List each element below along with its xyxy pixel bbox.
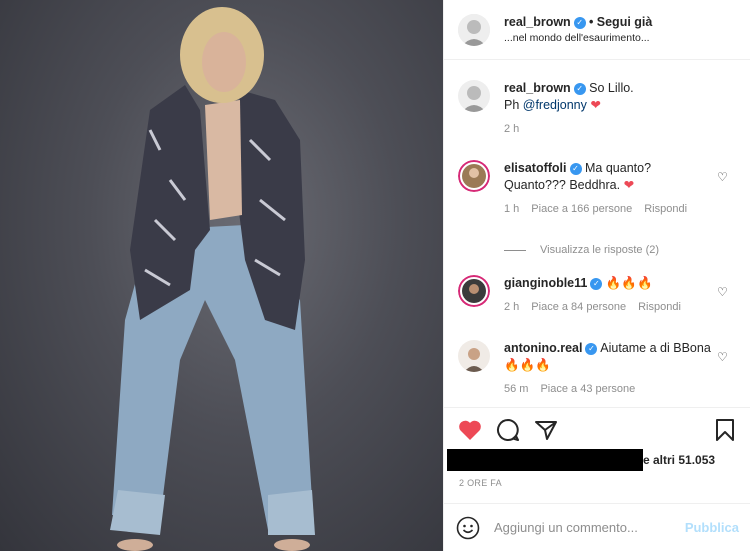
comment-username[interactable]: antonino.real — [504, 341, 582, 355]
heart-emoji: ❤ — [590, 98, 601, 112]
comment-item: gianginoble11 ✓ 🔥🔥🔥 2 h Piace a 84 person… — [458, 275, 737, 313]
comment-likes[interactable]: Piace a 43 persone — [540, 383, 635, 395]
heart-emoji: ❤ — [623, 178, 635, 192]
post-panel: real_brown ✓ • Segui già ...nel mondo del… — [443, 0, 750, 551]
post-subtitle: ...nel mondo dell'esaurimento... — [504, 32, 650, 44]
comment-username[interactable]: gianginoble11 — [504, 276, 587, 290]
likes-row: e altri 51.053 — [444, 449, 750, 471]
comment-time: 2 h — [504, 301, 520, 313]
follow-separator: • — [589, 15, 594, 29]
verified-badge-icon: ✓ — [590, 277, 603, 290]
comment-likes[interactable]: Piace a 84 persone — [531, 301, 626, 313]
share-icon[interactable] — [532, 417, 560, 443]
comment-item: antonino.real ✓ Aiutame a di BBona 🔥🔥🔥 56 … — [458, 340, 737, 395]
author-username[interactable]: real_brown — [504, 15, 571, 29]
reply-button[interactable]: Rispondi — [644, 203, 687, 215]
post-header: real_brown ✓ • Segui già ...nel mondo del… — [444, 0, 750, 60]
comment-time: 56 m — [504, 383, 529, 395]
redacted-block — [447, 449, 643, 471]
view-replies[interactable]: Visualizza le risposte (2) — [504, 244, 659, 256]
caption-username[interactable]: real_brown — [504, 81, 571, 95]
comments-list: real_brown ✓ So Lillo. Ph @fredjonny ❤ 2 … — [444, 60, 750, 406]
comment-item: elisatoffoli ✓ Ma quanto? Quanto??? Beddh… — [458, 160, 737, 215]
emoji-icon[interactable] — [456, 516, 480, 540]
comment-username[interactable]: elisatoffoli — [504, 161, 567, 175]
comment-avatar[interactable] — [458, 340, 490, 372]
verified-badge-icon: ✓ — [585, 342, 598, 355]
like-comment-heart-icon[interactable]: ♡ — [717, 285, 729, 299]
following-button[interactable]: Segui già — [597, 15, 653, 29]
likes-count[interactable]: e altri 51.053 — [643, 453, 715, 467]
caption-text: So Lillo. — [589, 81, 634, 95]
like-comment-heart-icon[interactable]: ♡ — [717, 170, 729, 184]
comment-icon[interactable] — [494, 417, 522, 443]
view-replies-label[interactable]: Visualizza le risposte (2) — [540, 244, 659, 256]
replies-divider — [504, 249, 526, 251]
verified-badge-icon: ✓ — [573, 16, 586, 29]
comment-avatar[interactable] — [458, 160, 490, 192]
comment-avatar[interactable] — [458, 275, 490, 307]
fire-emoji: 🔥🔥🔥 — [504, 358, 551, 372]
fire-emoji: 🔥🔥🔥 — [605, 276, 653, 290]
comment-text: Aiutame a di BBona — [600, 341, 711, 355]
caption-avatar[interactable] — [458, 80, 490, 112]
reply-button[interactable]: Rispondi — [638, 301, 681, 313]
caption: real_brown ✓ So Lillo. Ph @fredjonny ❤ 2 … — [458, 80, 737, 135]
verified-badge-icon: ✓ — [569, 162, 582, 175]
post-timestamp: 2 ORE FA — [459, 478, 502, 488]
post-photo-illustration — [110, 7, 315, 551]
post-photo[interactable] — [0, 0, 443, 551]
mention-link[interactable]: @fredjonny — [523, 98, 587, 112]
caption-ph: Ph — [504, 98, 523, 112]
caption-time: 2 h — [504, 123, 520, 135]
author-avatar[interactable] — [458, 13, 490, 46]
bookmark-icon[interactable] — [711, 417, 739, 443]
comment-input[interactable] — [494, 520, 685, 535]
comment-time: 1 h — [504, 203, 520, 215]
comment-composer: Pubblica — [444, 503, 750, 551]
action-bar — [444, 407, 750, 451]
publish-button[interactable]: Pubblica — [685, 520, 739, 535]
comment-likes[interactable]: Piace a 166 persone — [531, 203, 632, 215]
like-heart-icon[interactable] — [456, 417, 484, 443]
verified-badge-icon: ✓ — [573, 82, 586, 95]
like-comment-heart-icon[interactable]: ♡ — [717, 350, 729, 364]
